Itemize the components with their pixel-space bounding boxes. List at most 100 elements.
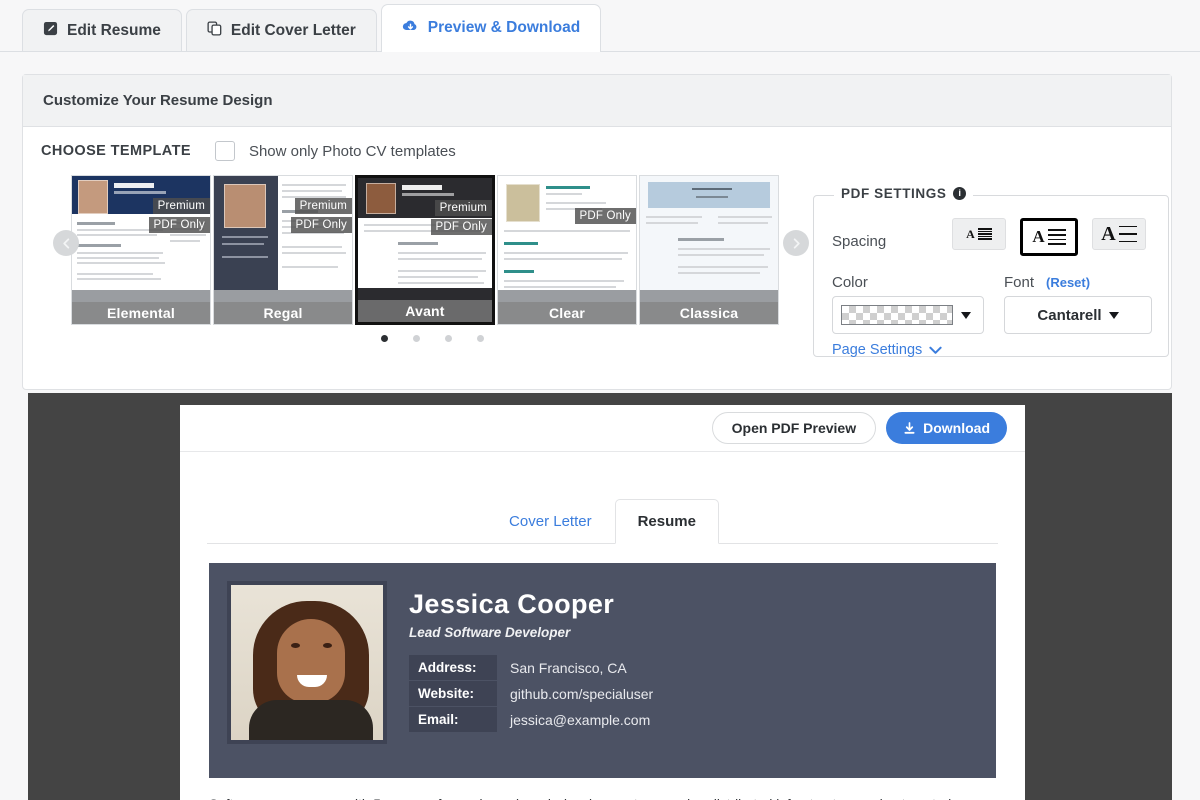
carousel-prev-button[interactable] xyxy=(53,230,79,256)
chevron-down-icon xyxy=(929,346,942,355)
field-key: Website: xyxy=(409,681,497,706)
pencil-square-icon xyxy=(43,21,58,41)
card-title: Customize Your Resume Design xyxy=(23,75,1171,127)
carousel-dots xyxy=(381,335,484,342)
letter-a-glyph: A xyxy=(1032,227,1044,247)
preview-download-page: Edit Resume Edit Cover Letter Preview & … xyxy=(0,0,1200,800)
font-value: Cantarell xyxy=(1037,307,1101,324)
info-icon[interactable]: i xyxy=(953,187,966,200)
choose-template-label: CHOOSE TEMPLATE xyxy=(41,143,191,159)
spacing-option-wide[interactable]: A xyxy=(1092,218,1146,250)
choose-template-row: CHOOSE TEMPLATE Show only Photo CV templ… xyxy=(41,141,456,161)
font-label: Font xyxy=(1004,274,1034,291)
color-swatch xyxy=(841,305,953,325)
lines-icon xyxy=(1048,229,1066,245)
color-label: Color xyxy=(832,274,868,291)
avatar xyxy=(227,581,387,744)
customize-design-card: Customize Your Resume Design CHOOSE TEMP… xyxy=(22,74,1172,390)
spacing-option-compact[interactable]: A xyxy=(952,218,1006,250)
template-carousel: Premium PDF Only Elemental xyxy=(53,175,813,325)
template-name: Regal xyxy=(214,302,352,324)
letter-a-glyph: A xyxy=(966,227,975,242)
preview-tab-label: Resume xyxy=(638,513,696,530)
lines-icon xyxy=(1119,226,1137,243)
preview-tab-resume[interactable]: Resume xyxy=(615,499,719,544)
field-value: github.com/specialuser xyxy=(510,686,653,702)
download-icon xyxy=(903,422,916,435)
page-settings-label: Page Settings xyxy=(832,342,922,358)
font-reset-link[interactable]: (Reset) xyxy=(1046,275,1090,290)
lines-icon xyxy=(978,228,992,240)
carousel-dot-2[interactable] xyxy=(413,335,420,342)
resume-field-row: Address: San Francisco, CA xyxy=(409,655,653,680)
badge-premium: Premium xyxy=(295,198,352,214)
download-button[interactable]: Download xyxy=(886,412,1007,444)
template-card-elemental[interactable]: Premium PDF Only Elemental xyxy=(71,175,211,325)
field-value: San Francisco, CA xyxy=(510,660,627,676)
preview-tab-cover-letter[interactable]: Cover Letter xyxy=(486,499,615,544)
letter-a-glyph: A xyxy=(1101,223,1115,246)
preview-tabs: Cover Letter Resume xyxy=(207,499,998,544)
badge-pdf-only: PDF Only xyxy=(575,208,636,224)
resume-preview-paper: Open PDF Preview Download Cover Letter R… xyxy=(180,405,1025,800)
pdf-settings-legend: PDF SETTINGS i xyxy=(834,186,973,201)
field-value: jessica@example.com xyxy=(510,712,650,728)
spacing-options: A A A xyxy=(952,218,1146,256)
cloud-download-icon xyxy=(402,18,419,38)
preview-toolbar: Open PDF Preview Download xyxy=(180,405,1025,452)
resume-field-list: Address: San Francisco, CA Website: gith… xyxy=(409,655,653,732)
copy-icon xyxy=(207,21,222,41)
carousel-dot-3[interactable] xyxy=(445,335,452,342)
badge-pdf-only: PDF Only xyxy=(291,217,352,233)
photo-cv-checkbox[interactable] xyxy=(215,141,235,161)
carousel-dot-1[interactable] xyxy=(381,335,388,342)
tab-edit-resume[interactable]: Edit Resume xyxy=(22,9,182,51)
template-name: Avant xyxy=(358,300,492,322)
template-name: Clear xyxy=(498,302,636,324)
template-card-clear[interactable]: PDF Only Clear xyxy=(497,175,637,325)
photo-cv-label: Show only Photo CV templates xyxy=(249,143,456,160)
resume-field-row: Email: jessica@example.com xyxy=(409,707,653,732)
font-select[interactable]: Cantarell xyxy=(1004,296,1152,334)
field-key: Email: xyxy=(409,707,497,732)
page-settings-toggle[interactable]: Page Settings xyxy=(832,342,942,358)
badge-premium: Premium xyxy=(435,200,492,216)
pdf-settings-panel: PDF SETTINGS i Spacing A A xyxy=(813,195,1169,357)
open-pdf-preview-button[interactable]: Open PDF Preview xyxy=(712,412,876,444)
photo-cv-filter[interactable]: Show only Photo CV templates xyxy=(215,141,456,161)
resume-name: Jessica Cooper xyxy=(409,589,653,620)
spacing-option-normal[interactable]: A xyxy=(1020,218,1078,256)
carousel-dot-4[interactable] xyxy=(477,335,484,342)
tab-preview-download[interactable]: Preview & Download xyxy=(381,4,601,51)
tab-label: Edit Resume xyxy=(67,22,161,40)
card-body: CHOOSE TEMPLATE Show only Photo CV templ… xyxy=(23,127,1171,389)
field-key: Address: xyxy=(409,655,497,680)
badge-premium: Premium xyxy=(153,198,210,214)
template-list: Premium PDF Only Elemental xyxy=(71,175,779,325)
resume-field-row: Website: github.com/specialuser xyxy=(409,681,653,706)
main-tabbar: Edit Resume Edit Cover Letter Preview & … xyxy=(0,0,1200,52)
template-name: Elemental xyxy=(72,302,210,324)
template-card-regal[interactable]: Premium PDF Only Regal xyxy=(213,175,353,325)
resume-job-title: Lead Software Developer xyxy=(409,625,653,640)
tab-label: Edit Cover Letter xyxy=(231,22,356,40)
color-picker[interactable] xyxy=(832,296,984,334)
template-name: Classica xyxy=(640,302,778,324)
resume-summary: Software programmer with 5+ years of exp… xyxy=(209,794,996,800)
pdf-settings-title: PDF SETTINGS xyxy=(841,186,946,201)
template-card-classica[interactable]: Classica xyxy=(639,175,779,325)
carousel-next-button[interactable] xyxy=(783,230,809,256)
tab-edit-cover-letter[interactable]: Edit Cover Letter xyxy=(186,9,377,51)
resume-contact-block: Jessica Cooper Lead Software Developer A… xyxy=(409,581,653,733)
preview-tab-label: Cover Letter xyxy=(509,513,592,530)
tab-label: Preview & Download xyxy=(428,19,580,37)
spacing-label: Spacing xyxy=(832,233,886,250)
download-label: Download xyxy=(923,420,990,436)
chevron-down-icon xyxy=(961,312,971,319)
chevron-down-icon xyxy=(1109,312,1119,319)
resume-header: Jessica Cooper Lead Software Developer A… xyxy=(209,563,996,778)
badge-pdf-only: PDF Only xyxy=(149,217,210,233)
template-card-avant[interactable]: Premium PDF Only Avant xyxy=(355,175,495,325)
open-pdf-preview-label: Open PDF Preview xyxy=(732,420,856,436)
badge-pdf-only: PDF Only xyxy=(431,219,492,235)
